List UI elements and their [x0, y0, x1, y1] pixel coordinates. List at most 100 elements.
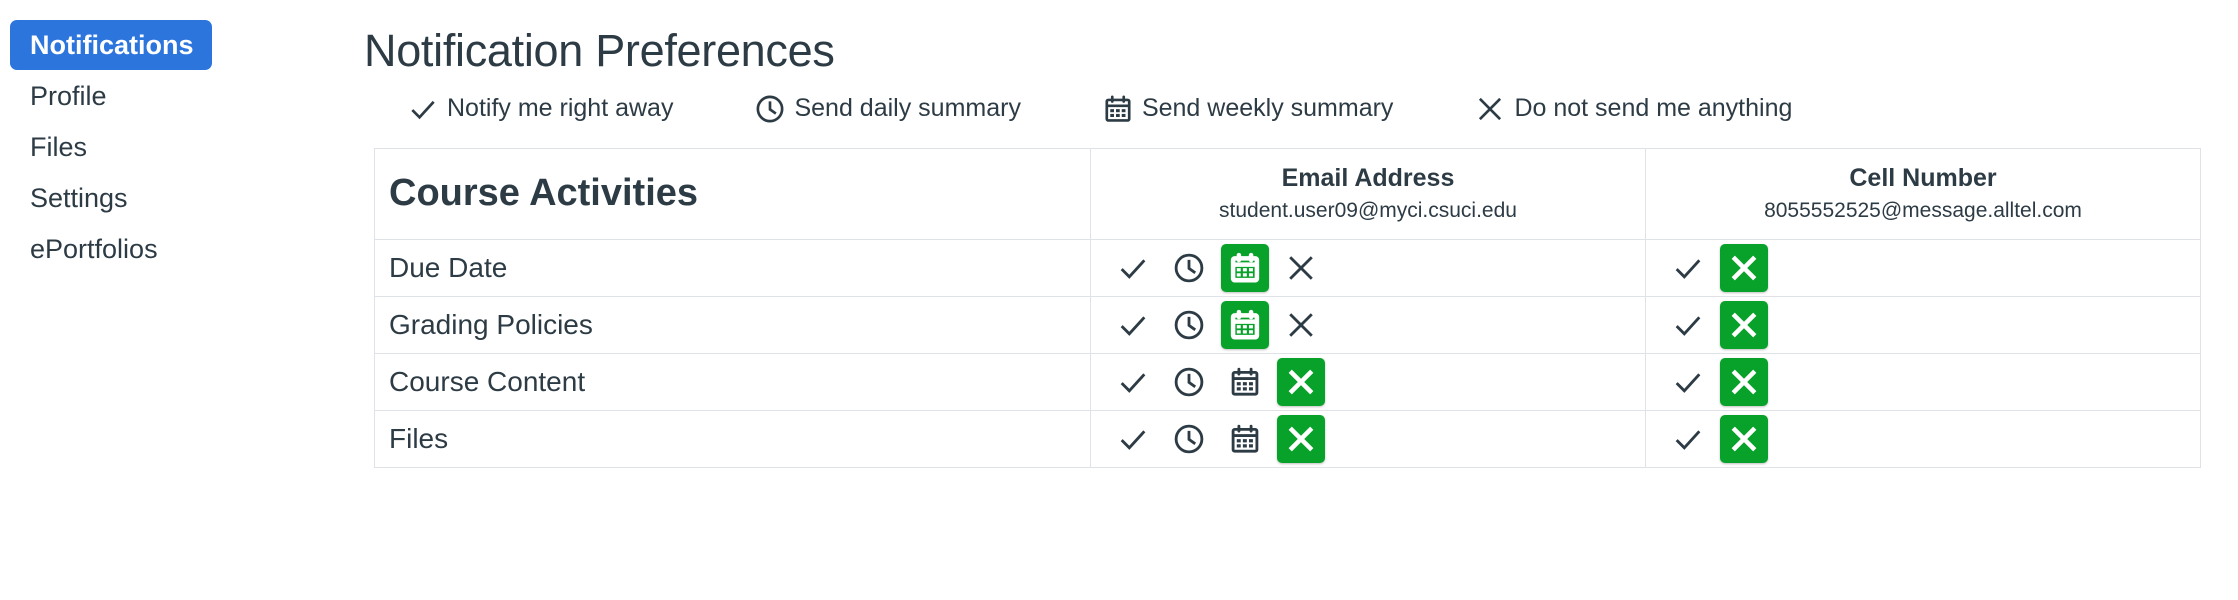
- frequency-cell: [1645, 352, 2201, 411]
- x-icon: [1284, 422, 1318, 456]
- frequency-options: [1091, 354, 1645, 409]
- frequency-cell: [1090, 295, 1646, 354]
- frequency-option-check[interactable]: [1664, 244, 1712, 292]
- check-icon: [1671, 308, 1705, 342]
- x-icon: [1727, 251, 1761, 285]
- clock-icon: [1172, 251, 1206, 285]
- check-icon: [1116, 308, 1150, 342]
- sidebar-nav: Notifications Profile Files Settings ePortfo…: [0, 0, 374, 600]
- category-title: Course Activities: [374, 148, 1091, 240]
- legend-item-calendar: Send weekly summary: [1101, 92, 1393, 126]
- sidebar-item-notifications[interactable]: Notifications: [10, 20, 212, 70]
- legend-item-label: Notify me right away: [447, 94, 674, 122]
- table-body: Due Date Grading Policies Course Content Fi…: [374, 238, 2201, 468]
- frequency-option-check[interactable]: [1109, 301, 1157, 349]
- frequency-option-clock[interactable]: [1165, 358, 1213, 406]
- frequency-option-x[interactable]: [1277, 244, 1325, 292]
- x-icon: [1284, 365, 1318, 399]
- sidebar-item-settings[interactable]: Settings: [10, 173, 374, 223]
- calendar-icon: [1228, 308, 1262, 342]
- clock-icon: [1172, 422, 1206, 456]
- row-label: Files: [374, 409, 1091, 468]
- legend-item-label: Send weekly summary: [1141, 94, 1394, 122]
- frequency-option-x[interactable]: [1720, 357, 1768, 406]
- channel-name: Email Address: [1281, 164, 1455, 192]
- channel-address: student.user09@myci.csuci.edu: [1219, 199, 1517, 223]
- check-icon: [1116, 422, 1150, 456]
- frequency-option-check[interactable]: [1109, 415, 1157, 463]
- sidebar-item-profile[interactable]: Profile: [10, 71, 374, 121]
- frequency-option-check[interactable]: [1664, 358, 1712, 406]
- frequency-option-calendar[interactable]: [1221, 358, 1269, 406]
- calendar-icon: [1228, 422, 1262, 456]
- row-label: Course Content: [374, 352, 1091, 411]
- table-row: Files: [374, 409, 2201, 468]
- frequency-option-x[interactable]: [1277, 301, 1325, 349]
- frequency-cell: [1090, 238, 1646, 297]
- check-icon: [1671, 422, 1705, 456]
- check-icon: [1671, 365, 1705, 399]
- frequency-option-check[interactable]: [1664, 301, 1712, 349]
- clock-icon: [1172, 308, 1206, 342]
- x-icon: [1727, 422, 1761, 456]
- calendar-icon: [1228, 251, 1262, 285]
- frequency-cell: [1645, 409, 2201, 468]
- check-icon: [1671, 251, 1705, 285]
- legend-item-x: Do not send me anything: [1473, 92, 1792, 126]
- table-row: Due Date: [374, 238, 2201, 297]
- legend-item-label: Do not send me anything: [1514, 94, 1793, 122]
- frequency-options: [1091, 411, 1645, 466]
- frequency-option-x[interactable]: [1277, 357, 1325, 406]
- frequency-option-check[interactable]: [1109, 358, 1157, 406]
- x-icon: [1727, 308, 1761, 342]
- frequency-option-x[interactable]: [1720, 414, 1768, 463]
- x-icon: [1727, 365, 1761, 399]
- frequency-options: [1091, 297, 1645, 352]
- frequency-options: [1646, 354, 2200, 409]
- legend-item-check: Notify me right away: [406, 92, 673, 126]
- channel-address: 8055552525@message.alltel.com: [1764, 199, 2082, 223]
- frequency-option-calendar[interactable]: [1221, 243, 1269, 292]
- x-icon: [1473, 92, 1507, 126]
- x-icon: [1284, 308, 1318, 342]
- legend: Notify me right away Send daily summary Se…: [406, 92, 2238, 126]
- table-row: Grading Policies: [374, 295, 2201, 354]
- frequency-cell: [1090, 409, 1646, 468]
- table-header: Course Activities Email Address student.us…: [374, 148, 2201, 240]
- check-icon: [1116, 251, 1150, 285]
- frequency-cell: [1090, 352, 1646, 411]
- channel-header: Email Address student.user09@myci.csuci.e…: [1090, 148, 1646, 240]
- frequency-cell: [1645, 238, 2201, 297]
- notification-preferences-page: Notifications Profile Files Settings ePortfo…: [0, 0, 2238, 600]
- frequency-option-x[interactable]: [1277, 414, 1325, 463]
- frequency-option-check[interactable]: [1109, 244, 1157, 292]
- page-title: Notification Preferences: [364, 25, 835, 76]
- frequency-option-x[interactable]: [1720, 300, 1768, 349]
- frequency-option-calendar[interactable]: [1221, 300, 1269, 349]
- row-label: Grading Policies: [374, 295, 1091, 354]
- calendar-icon: [1101, 92, 1135, 126]
- legend-item-label: Send daily summary: [794, 94, 1021, 122]
- sidebar-item-eportfolios[interactable]: ePortfolios: [10, 224, 374, 274]
- sidebar-item-files[interactable]: Files: [10, 122, 374, 172]
- frequency-cell: [1645, 295, 2201, 354]
- frequency-option-check[interactable]: [1664, 415, 1712, 463]
- frequency-options: [1646, 240, 2200, 295]
- table-row: Course Content: [374, 352, 2201, 411]
- main-content: Notification Preferences Notify me right…: [364, 0, 2238, 600]
- check-icon: [406, 92, 440, 126]
- x-icon: [1284, 251, 1318, 285]
- clock-icon: [753, 92, 787, 126]
- notification-preferences-table: Course Activities Email Address student.us…: [374, 148, 2201, 468]
- channel-header: Cell Number 8055552525@message.alltel.com: [1645, 148, 2201, 240]
- frequency-option-clock[interactable]: [1165, 244, 1213, 292]
- frequency-option-clock[interactable]: [1165, 415, 1213, 463]
- frequency-option-clock[interactable]: [1165, 301, 1213, 349]
- frequency-options: [1646, 297, 2200, 352]
- frequency-options: [1646, 411, 2200, 466]
- legend-item-clock: Send daily summary: [753, 92, 1021, 126]
- frequency-option-x[interactable]: [1720, 243, 1768, 292]
- frequency-option-calendar[interactable]: [1221, 415, 1269, 463]
- channel-name: Cell Number: [1849, 164, 1997, 192]
- clock-icon: [1172, 365, 1206, 399]
